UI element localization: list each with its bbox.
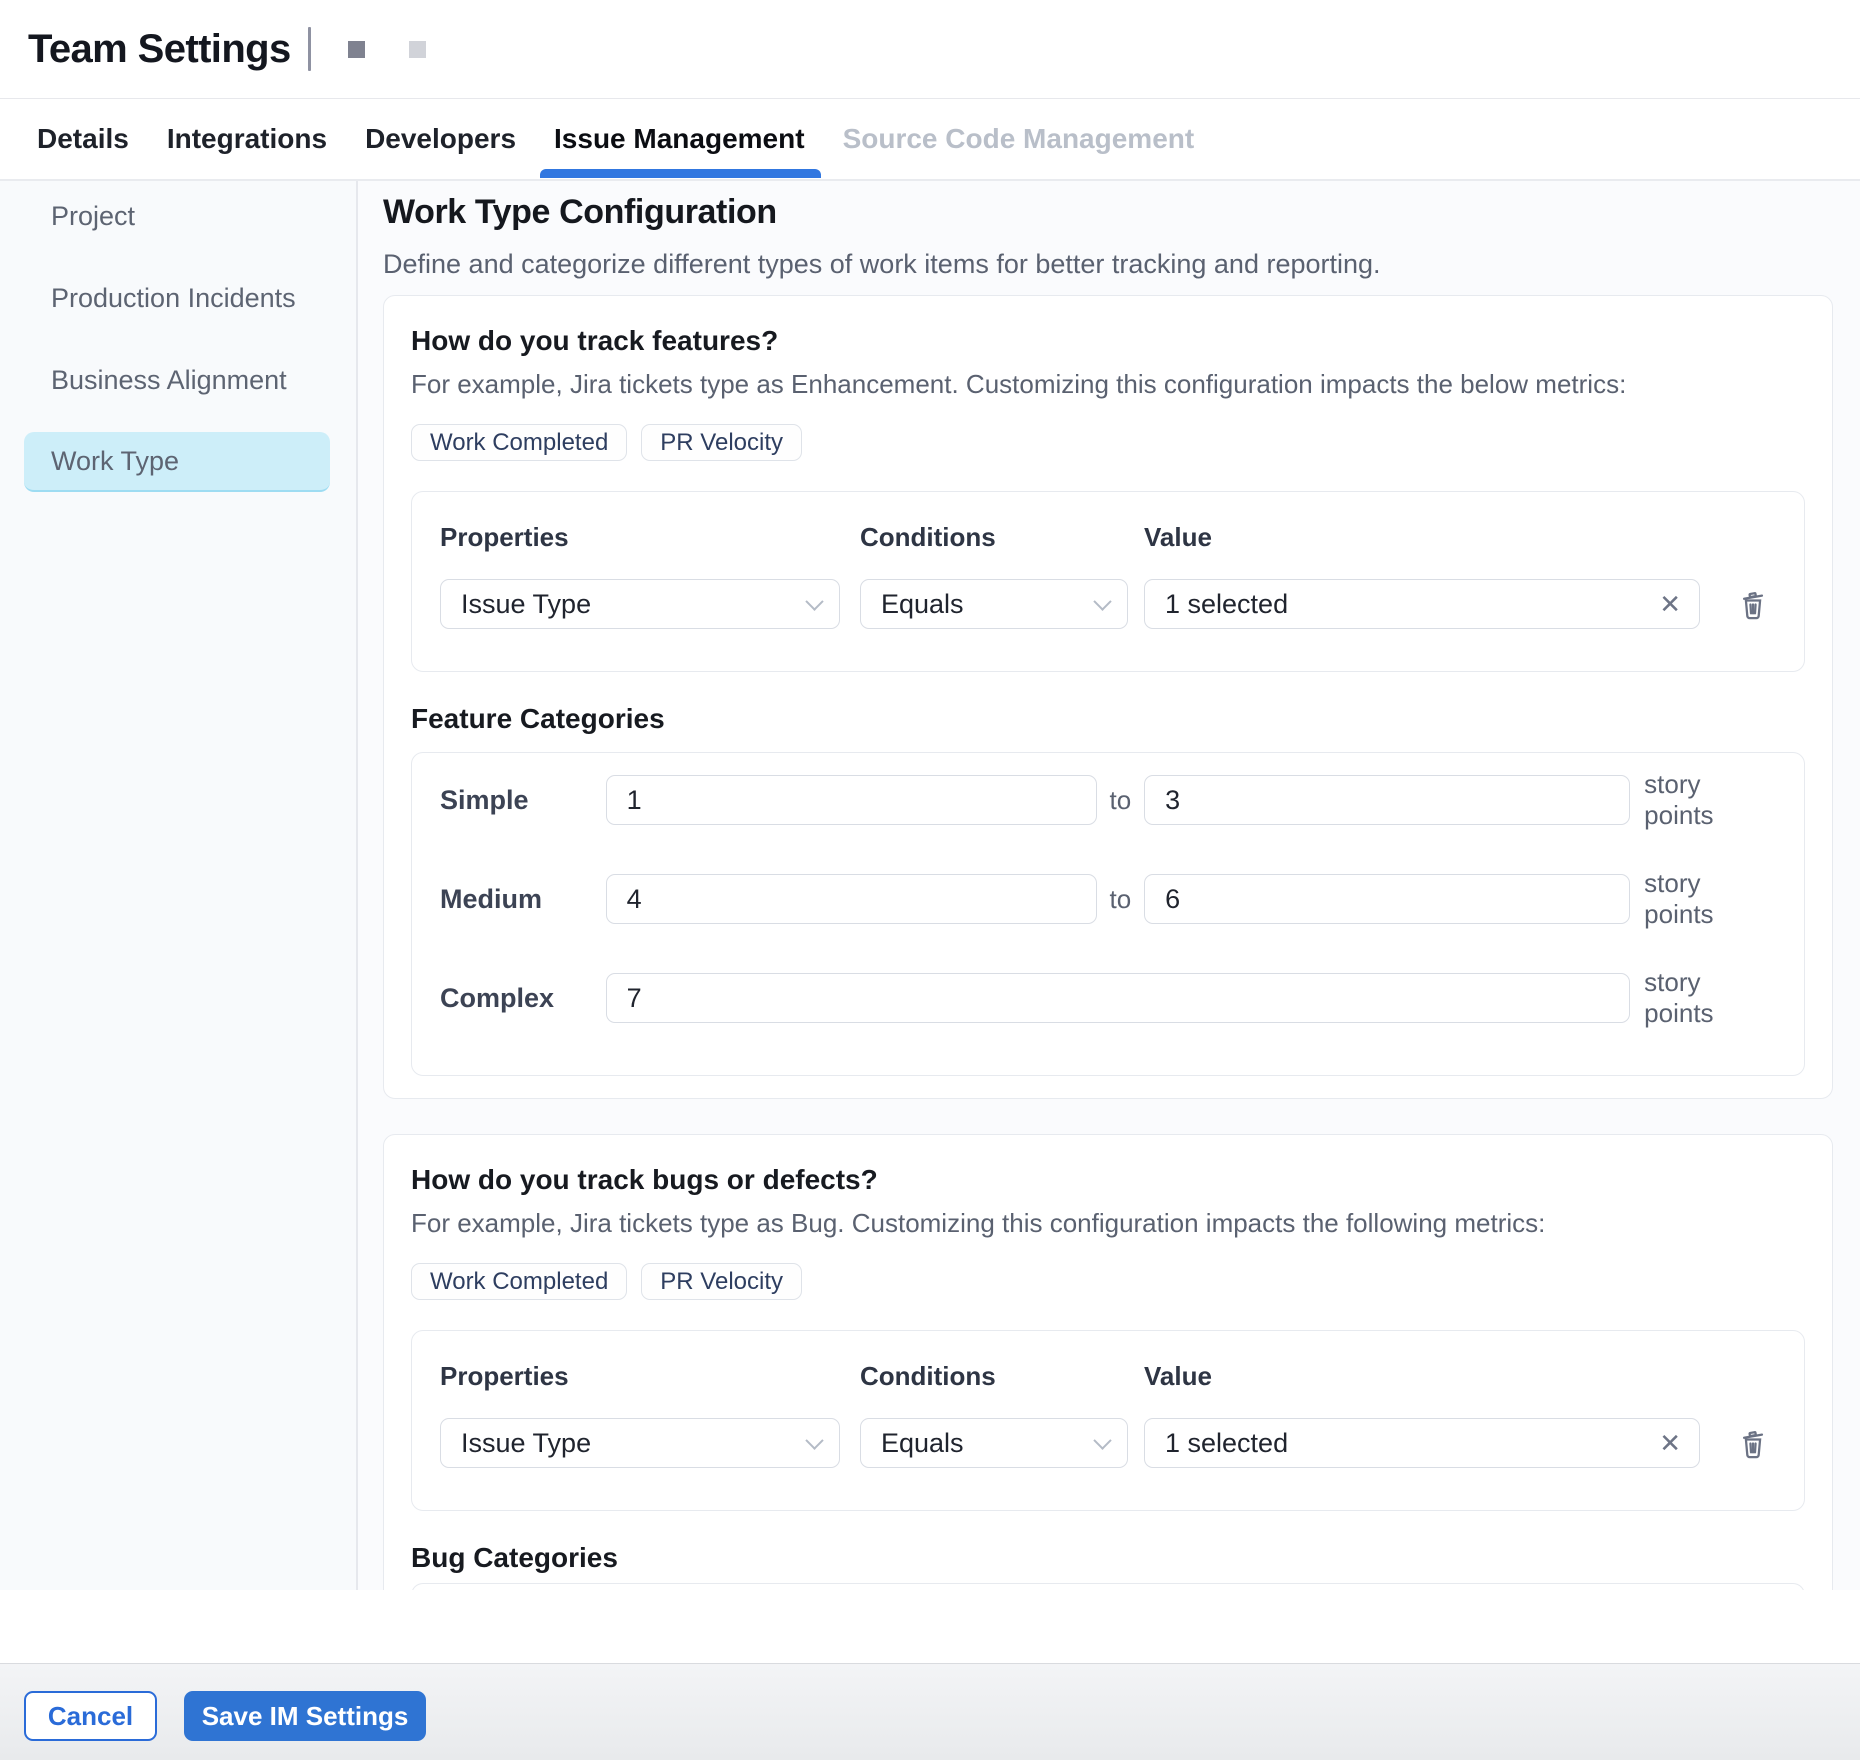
conditions-label: Conditions bbox=[860, 1361, 1144, 1392]
trash-icon bbox=[1736, 586, 1770, 622]
features-card: How do you track features? For example, … bbox=[383, 295, 1833, 1099]
badge-work-completed: Work Completed bbox=[411, 424, 627, 461]
simple-from-input[interactable] bbox=[606, 775, 1097, 825]
clear-selection-icon[interactable]: ✕ bbox=[1659, 1430, 1681, 1456]
trash-icon bbox=[1736, 1425, 1770, 1461]
bugs-description: For example, Jira tickets type as Bug. C… bbox=[411, 1207, 1805, 1239]
condition-select[interactable]: Equals bbox=[860, 579, 1128, 629]
title-divider bbox=[308, 27, 311, 71]
range-to-label: to bbox=[1097, 884, 1145, 915]
sidebar-item-work-type[interactable]: Work Type bbox=[24, 432, 330, 492]
chevron-down-icon bbox=[1093, 1431, 1111, 1449]
sidebar-item-business-alignment[interactable]: Business Alignment bbox=[24, 350, 330, 410]
condition-select[interactable]: Equals bbox=[860, 1418, 1128, 1468]
conditions-label: Conditions bbox=[860, 522, 1144, 553]
bugs-condition-box: Properties Conditions Value Issue Type E… bbox=[411, 1330, 1805, 1511]
properties-label: Properties bbox=[440, 1361, 860, 1392]
bug-categories-box bbox=[411, 1583, 1805, 1590]
value-multiselect[interactable]: 1 selected ✕ bbox=[1144, 1418, 1700, 1468]
section-subtitle: Define and categorize different types of… bbox=[383, 248, 1833, 280]
header: Team Settings bbox=[0, 0, 1860, 99]
chevron-down-icon bbox=[805, 1431, 823, 1449]
medium-from-input[interactable] bbox=[606, 874, 1097, 924]
category-row-simple: Simple to story points bbox=[440, 775, 1776, 825]
category-row-complex: Complex story points bbox=[440, 973, 1776, 1023]
cancel-button[interactable]: Cancel bbox=[24, 1691, 157, 1741]
sidebar-item-production-incidents[interactable]: Production Incidents bbox=[24, 268, 330, 328]
property-select[interactable]: Issue Type bbox=[440, 579, 840, 629]
tab-developers[interactable]: Developers bbox=[365, 102, 516, 176]
range-to-label: to bbox=[1097, 785, 1145, 816]
value-label: Value bbox=[1144, 522, 1212, 553]
features-condition-box: Properties Conditions Value Issue Type E… bbox=[411, 491, 1805, 672]
team-settings-window: Team Settings Details Integrations Devel… bbox=[0, 0, 1860, 1760]
property-select[interactable]: Issue Type bbox=[440, 1418, 840, 1468]
features-description: For example, Jira tickets type as Enhanc… bbox=[411, 368, 1805, 400]
properties-label: Properties bbox=[440, 522, 860, 553]
medium-to-input[interactable] bbox=[1144, 874, 1630, 924]
value-label: Value bbox=[1144, 1361, 1212, 1392]
bugs-heading: How do you track bugs or defects? bbox=[411, 1163, 1805, 1197]
bug-categories-heading: Bug Categories bbox=[411, 1541, 1805, 1575]
clear-selection-icon[interactable]: ✕ bbox=[1659, 591, 1681, 617]
category-row-medium: Medium to story points bbox=[440, 874, 1776, 924]
bugs-card: How do you track bugs or defects? For ex… bbox=[383, 1134, 1833, 1590]
feature-categories-heading: Feature Categories bbox=[411, 702, 1805, 736]
simple-to-input[interactable] bbox=[1144, 775, 1630, 825]
features-heading: How do you track features? bbox=[411, 324, 1805, 358]
skeleton-box-light bbox=[409, 41, 426, 58]
tab-source-code-management[interactable]: Source Code Management bbox=[843, 102, 1195, 176]
save-im-settings-button[interactable]: Save IM Settings bbox=[184, 1691, 426, 1741]
delete-condition-button[interactable] bbox=[1736, 586, 1770, 622]
story-points-label: story points bbox=[1644, 967, 1776, 1029]
footer-spacer bbox=[0, 1590, 1860, 1663]
bugs-metric-badges: Work Completed PR Velocity bbox=[411, 1263, 1805, 1300]
value-multiselect[interactable]: 1 selected ✕ bbox=[1144, 579, 1700, 629]
tab-details[interactable]: Details bbox=[37, 102, 129, 176]
feature-categories-box: Simple to story points Medium to story p… bbox=[411, 752, 1805, 1076]
complex-from-input[interactable] bbox=[606, 973, 1631, 1023]
badge-work-completed: Work Completed bbox=[411, 1263, 627, 1300]
delete-condition-button[interactable] bbox=[1736, 1425, 1770, 1461]
chevron-down-icon bbox=[805, 592, 823, 610]
tab-bar: Details Integrations Developers Issue Ma… bbox=[0, 99, 1860, 181]
page-title: Team Settings bbox=[28, 27, 291, 72]
story-points-label: story points bbox=[1644, 868, 1776, 930]
tab-issue-management[interactable]: Issue Management bbox=[554, 102, 805, 176]
work-type-configuration-panel: Work Type Configuration Define and categ… bbox=[358, 181, 1860, 1590]
badge-pr-velocity: PR Velocity bbox=[641, 1263, 802, 1300]
section-title: Work Type Configuration bbox=[383, 193, 1833, 232]
features-metric-badges: Work Completed PR Velocity bbox=[411, 424, 1805, 461]
badge-pr-velocity: PR Velocity bbox=[641, 424, 802, 461]
sidebar-item-project[interactable]: Project bbox=[24, 186, 330, 246]
tab-integrations[interactable]: Integrations bbox=[167, 102, 327, 176]
story-points-label: story points bbox=[1644, 769, 1776, 831]
skeleton-box-dark bbox=[348, 41, 365, 58]
action-footer: Cancel Save IM Settings bbox=[0, 1663, 1860, 1760]
chevron-down-icon bbox=[1093, 592, 1111, 610]
settings-sidebar: Project Production Incidents Business Al… bbox=[0, 181, 358, 1590]
